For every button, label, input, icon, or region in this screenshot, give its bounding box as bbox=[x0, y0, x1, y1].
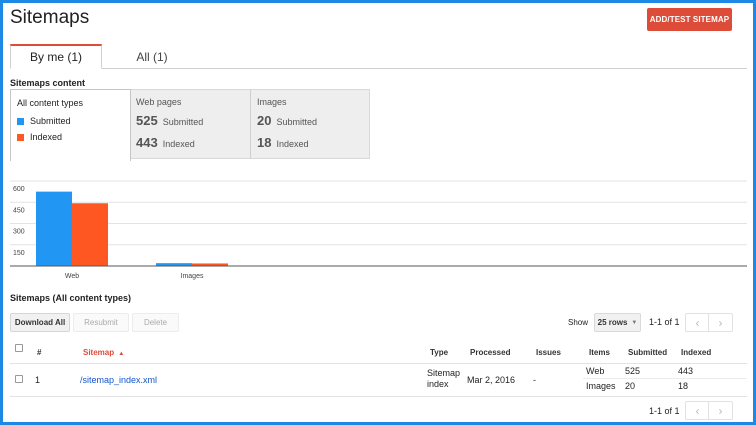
images-submitted-count: 20 bbox=[257, 113, 272, 128]
download-all-button[interactable]: Download All bbox=[10, 313, 70, 332]
col-submitted: Submitted bbox=[628, 348, 668, 357]
indexed-swatch bbox=[17, 133, 24, 141]
bar-chart-svg: 600 450 300 150 Web Images bbox=[10, 180, 747, 280]
content-type-all[interactable]: All content types Submitted Indexed bbox=[10, 89, 131, 161]
web-submitted-stat: 525 Submitted bbox=[136, 113, 203, 128]
web-indexed-stat: 443 Indexed bbox=[136, 135, 195, 150]
content-type-images[interactable]: Images 20 Submitted 18 Indexed bbox=[251, 89, 371, 159]
web-indexed-label: Indexed bbox=[162, 139, 195, 149]
select-all-checkbox[interactable] bbox=[15, 344, 23, 352]
row-issues: - bbox=[533, 375, 536, 385]
sitemaps-page: Sitemaps ADD/TEST SITEMAP By me (1) All … bbox=[3, 3, 753, 422]
row-web-indexed: 443 bbox=[678, 366, 694, 376]
row-divider bbox=[10, 396, 747, 397]
table-header: # Sitemap ▲ Type Processed Issues Items … bbox=[10, 340, 747, 364]
items-divider bbox=[583, 378, 747, 379]
col-sitemap-label: Sitemap bbox=[83, 348, 115, 357]
chevron-right-icon: › bbox=[718, 315, 723, 330]
x-tick-label: Images bbox=[181, 273, 204, 280]
col-sitemap[interactable]: Sitemap ▲ bbox=[83, 348, 124, 357]
web-submitted-count: 525 bbox=[136, 113, 158, 128]
page-title: Sitemaps bbox=[10, 7, 90, 28]
next-page-button-bottom[interactable]: › bbox=[708, 401, 733, 420]
col-type: Type bbox=[430, 348, 449, 357]
row-item-images: Images bbox=[586, 381, 616, 391]
prev-page-button-bottom[interactable]: ‹ bbox=[685, 401, 710, 420]
col-indexed: Indexed bbox=[681, 348, 712, 357]
rows-per-page-value: 25 rows bbox=[597, 318, 628, 327]
images-indexed-label: Indexed bbox=[276, 139, 309, 149]
content-type-images-label: Images bbox=[257, 97, 287, 107]
row-type-line2: index bbox=[427, 379, 449, 389]
row-processed: Mar 2, 2016 bbox=[467, 375, 516, 385]
col-items: Items bbox=[589, 348, 610, 357]
row-web-submitted: 525 bbox=[625, 366, 641, 376]
legend-indexed-label: Indexed bbox=[30, 132, 63, 142]
images-submitted-stat: 20 Submitted bbox=[257, 113, 317, 128]
x-tick-label: Web bbox=[65, 273, 79, 280]
content-type-all-label: All content types bbox=[17, 98, 84, 108]
row-checkbox[interactable] bbox=[15, 375, 23, 383]
legend-submitted-label: Submitted bbox=[30, 116, 71, 126]
submitted-swatch bbox=[17, 117, 24, 125]
bar bbox=[72, 203, 108, 266]
row-num: 1 bbox=[35, 375, 41, 385]
add-test-sitemap-button[interactable]: ADD/TEST SITEMAP bbox=[647, 8, 732, 31]
chevron-right-icon: › bbox=[718, 403, 723, 418]
row-images-submitted: 20 bbox=[625, 381, 636, 391]
tab-all[interactable]: All (1) bbox=[102, 44, 202, 69]
resubmit-button[interactable]: Resubmit bbox=[73, 313, 129, 332]
row-images-indexed: 18 bbox=[678, 381, 689, 391]
content-type-web[interactable]: Web pages 525 Submitted 443 Indexed bbox=[130, 89, 251, 159]
y-tick-label: 150 bbox=[13, 250, 25, 257]
sitemaps-content-heading: Sitemaps content bbox=[10, 78, 86, 88]
content-type-panel: All content types Submitted Indexed Web … bbox=[10, 89, 370, 161]
next-page-button-top[interactable]: › bbox=[708, 313, 733, 332]
rows-per-page-select[interactable]: 25 rows ▼ bbox=[594, 313, 641, 332]
sitemaps-table-heading: Sitemaps (All content types) bbox=[10, 293, 132, 303]
images-submitted-label: Submitted bbox=[276, 117, 317, 127]
chevron-left-icon: ‹ bbox=[695, 315, 700, 330]
images-indexed-count: 18 bbox=[257, 135, 272, 150]
col-issues: Issues bbox=[536, 348, 561, 357]
row-type-line1: Sitemap bbox=[427, 368, 461, 378]
images-indexed-stat: 18 Indexed bbox=[257, 135, 309, 150]
y-tick-label: 300 bbox=[13, 229, 25, 236]
col-processed: Processed bbox=[470, 348, 511, 357]
row-item-web: Web bbox=[586, 366, 605, 376]
tab-bar: By me (1) All (1) bbox=[10, 44, 747, 69]
web-indexed-count: 443 bbox=[136, 135, 158, 150]
pagination-range-top: 1-1 of 1 bbox=[649, 317, 680, 327]
legend-submitted: Submitted bbox=[17, 116, 71, 126]
web-submitted-label: Submitted bbox=[162, 117, 204, 127]
show-label: Show bbox=[568, 318, 589, 327]
sort-up-icon: ▲ bbox=[118, 351, 125, 357]
prev-page-button-top[interactable]: ‹ bbox=[685, 313, 710, 332]
sitemap-chart: 600 450 300 150 Web Images bbox=[10, 171, 747, 286]
sitemap-link[interactable]: /sitemap_index.xml bbox=[80, 375, 157, 385]
chevron-left-icon: ‹ bbox=[695, 403, 700, 418]
y-tick-label: 600 bbox=[13, 186, 25, 193]
pagination-range-bottom: 1-1 of 1 bbox=[649, 406, 680, 416]
y-tick-label: 450 bbox=[13, 207, 25, 214]
chevron-down-icon: ▼ bbox=[631, 319, 638, 326]
tab-by-me[interactable]: By me (1) bbox=[10, 44, 102, 69]
col-num: # bbox=[37, 348, 42, 357]
bar bbox=[36, 191, 72, 266]
delete-button[interactable]: Delete bbox=[132, 313, 179, 332]
content-type-web-label: Web pages bbox=[136, 97, 182, 107]
legend-indexed: Indexed bbox=[17, 132, 62, 142]
